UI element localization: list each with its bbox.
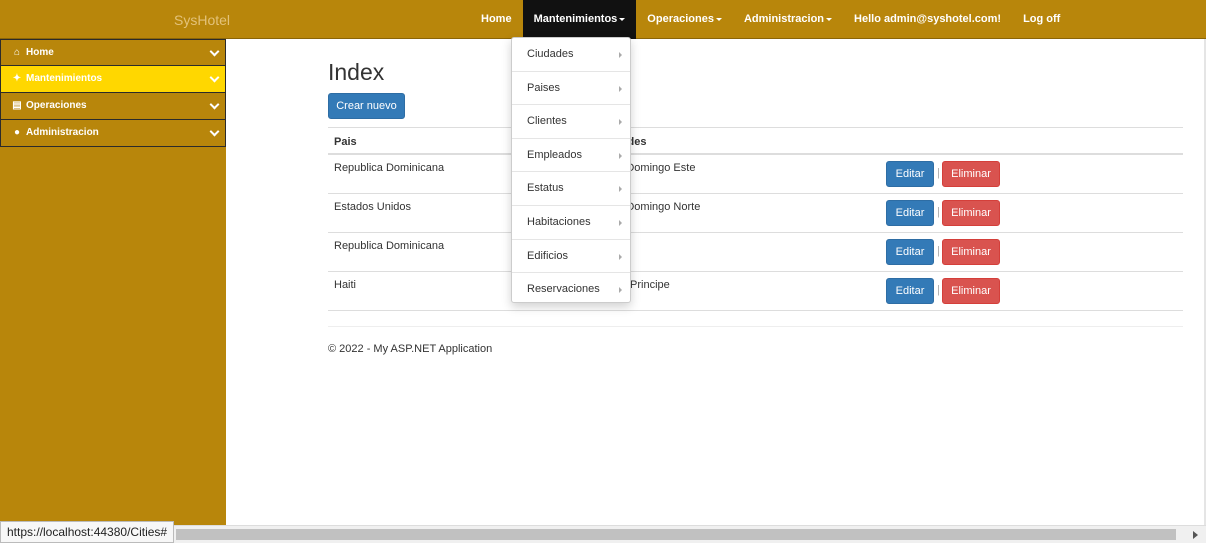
table-row: Republica Dominicana nto Domingo Este Ed… <box>328 155 1183 194</box>
menu-item-ciudades[interactable]: Ciudades <box>512 38 630 72</box>
chevron-down-icon <box>209 99 220 110</box>
chevron-right-icon <box>619 152 622 159</box>
menu-item-label: Empleados <box>527 148 583 161</box>
nav-operaciones[interactable]: Operaciones <box>636 0 733 39</box>
table-header: Pais udades <box>328 127 1183 155</box>
separator: | <box>937 206 940 218</box>
delete-button[interactable]: Eliminar <box>942 200 1000 226</box>
scroll-right-arrow-icon[interactable] <box>1193 531 1198 539</box>
nav-administracion-label: Administracion <box>743 13 825 25</box>
menu-item-label: Ciudades <box>527 48 574 60</box>
chevron-right-icon <box>619 85 622 92</box>
nav-mantenimientos[interactable]: Mantenimientos <box>522 0 637 39</box>
menu-item-label: Habitaciones <box>527 215 591 228</box>
cell-pais: Estados Unidos <box>334 201 412 213</box>
bed-icon: ▤ <box>12 100 22 111</box>
chevron-right-icon <box>619 253 622 260</box>
chevron-right-icon <box>619 287 622 294</box>
menu-item-label: Reservaciones <box>527 283 600 296</box>
home-icon: ⌂ <box>13 47 21 58</box>
horizontal-scrollbar[interactable] <box>0 525 1206 543</box>
menu-item-label: Edificios <box>527 249 568 262</box>
menu-item-label: Paises <box>527 81 561 94</box>
sidebar-item-label: Operaciones <box>26 100 87 111</box>
sidebar-item-operaciones[interactable]: ▤ Operaciones <box>0 93 226 120</box>
cell-pais: Republica Dominicana <box>334 240 445 252</box>
edit-button[interactable]: Editar <box>886 239 934 265</box>
edit-button[interactable]: Editar <box>886 278 934 304</box>
wrench-icon: ✦ <box>12 73 22 84</box>
separator: | <box>937 245 940 257</box>
cell-pais: Republica Dominicana <box>334 162 445 174</box>
caret-down-icon <box>619 17 626 21</box>
sidebar: ⌂ Home ✦ Mantenimientos ▤ Operaciones ● Admi… <box>0 39 226 525</box>
chevron-right-icon <box>619 186 622 193</box>
main-content: Index Crear nuevo Pais udades Republica … <box>226 39 1204 525</box>
nav-administracion[interactable]: Administracion <box>733 0 843 39</box>
chevron-down-icon <box>209 126 220 137</box>
footer: © 2022 - My ASP.NET Application <box>328 343 493 355</box>
chevron-down-icon <box>209 46 220 57</box>
sidebar-item-label: Home <box>26 47 54 58</box>
footer-divider <box>328 326 1183 327</box>
menu-item-reservaciones[interactable]: Reservaciones <box>512 273 630 307</box>
sidebar-item-mantenimientos[interactable]: ✦ Mantenimientos <box>0 66 226 93</box>
nav-mantenimientos-label: Mantenimientos <box>533 13 618 25</box>
separator: | <box>937 284 940 296</box>
mantenimientos-dropdown: Ciudades Paises Clientes Empleados Estat… <box>511 37 631 303</box>
cell-pais: Haiti <box>334 279 357 291</box>
cities-table: Pais udades Republica Dominicana nto Dom… <box>328 127 1183 311</box>
brand-logo[interactable]: SysHotel <box>174 12 230 28</box>
nav-home[interactable]: Home <box>470 0 523 39</box>
separator: | <box>937 167 940 179</box>
table-row: Estados Unidos nto Domingo Norte Editar … <box>328 194 1183 233</box>
sidebar-item-home[interactable]: ⌂ Home <box>0 39 226 66</box>
top-navbar: SysHotel Home Mantenimientos Operaciones… <box>0 0 1206 39</box>
nav-operaciones-label: Operaciones <box>647 13 714 25</box>
edit-button[interactable]: Editar <box>886 200 934 226</box>
nav-logoff[interactable]: Log off <box>1012 0 1071 39</box>
scrollbar-thumb[interactable] <box>176 529 1176 540</box>
menu-item-edificios[interactable]: Edificios <box>512 240 630 274</box>
delete-button[interactable]: Eliminar <box>942 278 1000 304</box>
menu-item-estatus[interactable]: Estatus <box>512 172 630 206</box>
menu-item-label: Estatus <box>527 182 564 195</box>
page-title: Index <box>328 59 385 85</box>
delete-button[interactable]: Eliminar <box>942 161 1000 187</box>
delete-button[interactable]: Eliminar <box>942 239 1000 265</box>
edit-button[interactable]: Editar <box>886 161 934 187</box>
table-row: Republica Dominicana eba Editar | Elimin… <box>328 233 1183 272</box>
sidebar-item-administracion[interactable]: ● Administracion <box>0 120 226 147</box>
users-icon: ● <box>13 127 21 138</box>
menu-item-clientes[interactable]: Clientes <box>512 105 630 139</box>
status-bar-url: https://localhost:44380/Cities# <box>0 521 175 543</box>
caret-down-icon <box>826 17 833 21</box>
menu-item-habitaciones[interactable]: Habitaciones <box>512 206 630 240</box>
nav-user-greeting[interactable]: Hello admin@syshotel.com! <box>843 0 1012 39</box>
header-pais: Pais <box>334 136 357 148</box>
menu-item-empleados[interactable]: Empleados <box>512 139 630 173</box>
chevron-down-icon <box>209 72 220 83</box>
sidebar-item-label: Mantenimientos <box>26 73 103 84</box>
table-row: Haiti erto Principe Editar | Eliminar <box>328 272 1183 311</box>
main-nav: Home Mantenimientos Operaciones Administ… <box>470 0 1071 39</box>
chevron-right-icon <box>619 219 622 226</box>
menu-item-paises[interactable]: Paises <box>512 72 630 106</box>
menu-item-label: Clientes <box>527 115 567 128</box>
sidebar-item-label: Administracion <box>26 127 99 138</box>
caret-down-icon <box>715 17 722 21</box>
create-new-button[interactable]: Crear nuevo <box>328 93 405 119</box>
chevron-right-icon <box>619 52 622 58</box>
chevron-right-icon <box>619 119 622 126</box>
